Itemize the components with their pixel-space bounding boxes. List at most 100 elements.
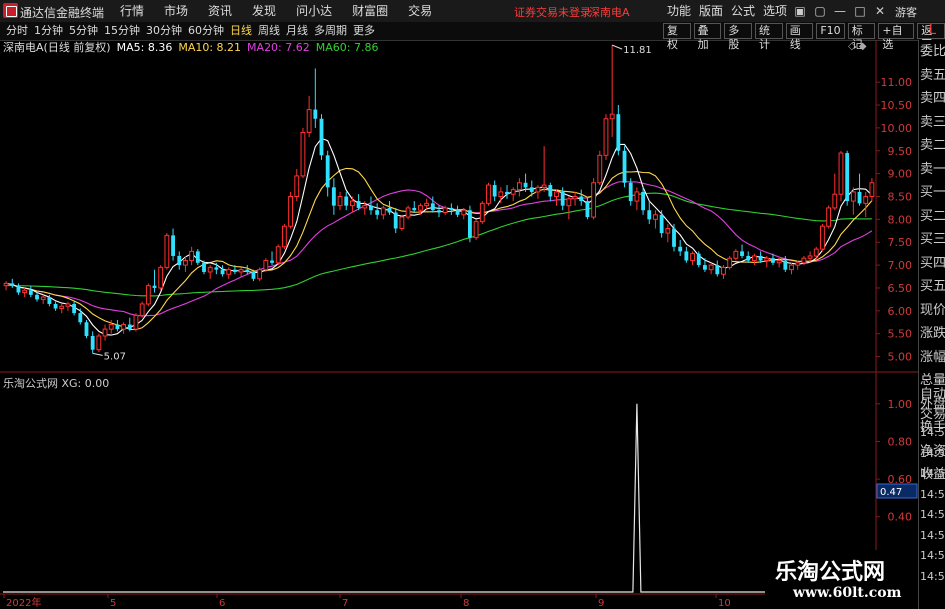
candle-body	[270, 260, 274, 263]
candle-body	[171, 235, 175, 256]
candle-body	[869, 182, 875, 197]
candle-body	[659, 214, 664, 234]
quote-label-3[interactable]: 卖三	[920, 113, 945, 133]
price-tick-label: 10.50	[881, 99, 913, 112]
time-tick-label: 8	[463, 598, 469, 609]
candle-body	[473, 221, 479, 239]
candle-body	[375, 210, 380, 215]
candle-body	[207, 266, 213, 273]
time-tick-label: 10	[718, 598, 731, 609]
candle-body	[721, 266, 726, 275]
quote-label-8[interactable]: 买三	[920, 230, 945, 250]
candle-body	[838, 152, 844, 195]
price-tick-label: 7.50	[888, 236, 913, 249]
price-tick-label: 5.00	[888, 351, 913, 364]
candle-body	[857, 191, 862, 204]
candle-body	[733, 250, 739, 259]
price-tick-label: 7.00	[888, 259, 913, 272]
candle-body	[708, 264, 714, 271]
candle-body	[505, 191, 509, 195]
quote-label-12[interactable]: 涨跌	[920, 324, 945, 344]
low-marker-label: 5.07	[104, 351, 126, 362]
watermark-url: www.60lt.com	[793, 585, 902, 601]
quote-label-4[interactable]: 卖二	[920, 136, 945, 156]
price-tick-label: 11.00	[881, 76, 913, 89]
quote-label-11[interactable]: 现价	[920, 301, 945, 321]
quote-label-10[interactable]: 买五	[920, 277, 945, 297]
candle-body	[449, 207, 454, 211]
candle-body	[245, 269, 250, 272]
candle-body	[684, 251, 689, 261]
candle-body	[424, 202, 430, 207]
quote-label-9[interactable]: 买四	[920, 254, 945, 274]
candle-body	[678, 246, 683, 252]
candle-body	[727, 257, 733, 268]
candle-body	[751, 255, 757, 262]
candle-body	[405, 207, 411, 218]
watermark-title: 乐淘公式网	[775, 560, 886, 585]
time-tick-label: 5	[110, 598, 116, 609]
quote-label-7[interactable]: 买二	[920, 207, 945, 227]
time-tick-label: 9	[598, 598, 604, 609]
ma5-line	[6, 137, 873, 336]
level-indicator[interactable]: L	[920, 22, 945, 40]
candle-body	[10, 283, 15, 286]
candle-body	[300, 131, 306, 177]
candle-body	[28, 290, 33, 295]
candle-body	[845, 153, 850, 202]
kline-chart[interactable]: 5.00 5.50 6.00 6.50 7.00 7.50 8.00 8.50 9.00 9.50…	[0, 0, 918, 609]
candle-body	[16, 285, 21, 293]
candle-body	[393, 212, 398, 229]
indicator-tick-label: 0.40	[888, 511, 913, 524]
candle-body	[115, 324, 120, 330]
candle-body	[369, 205, 373, 211]
candle-body	[479, 202, 485, 223]
candle-body	[795, 262, 801, 266]
candle-body	[399, 216, 405, 230]
quote-label-6[interactable]: 买一	[920, 183, 945, 203]
candle-body	[758, 255, 763, 261]
candle-body	[554, 191, 559, 197]
candle-body	[121, 324, 127, 330]
tick-time-3: 14:56	[920, 487, 945, 501]
auto-trade-label-1[interactable]: 交易	[920, 405, 945, 425]
candle-body	[807, 255, 813, 259]
candle-body	[789, 264, 794, 271]
price-tick-label: 6.00	[888, 305, 913, 318]
high-marker-label: 11.81	[623, 45, 652, 56]
candle-body	[96, 335, 102, 351]
chart-nav-icons[interactable]: ◇ ◆	[848, 41, 867, 52]
candle-body	[665, 228, 671, 234]
candle-body	[281, 225, 287, 248]
chart-title: 深南电A(日线 前复权)	[3, 41, 111, 54]
candle-body	[195, 251, 200, 263]
candle-body	[634, 191, 640, 202]
price-tick-label: 5.50	[888, 328, 913, 341]
quote-label-2[interactable]: 卖四	[920, 89, 945, 109]
candle-body	[696, 253, 701, 266]
candle-body	[313, 109, 318, 119]
candle-body	[813, 248, 819, 257]
candle-body	[523, 182, 528, 188]
candle-body	[641, 191, 646, 211]
candle-body	[591, 182, 597, 218]
candle-body	[850, 191, 856, 202]
candle-body	[442, 207, 448, 213]
quote-label-0[interactable]: 委比	[920, 42, 945, 62]
indicator-label[interactable]: 乐淘公式网 XG: 0.00	[3, 375, 109, 391]
candle-body	[35, 294, 39, 300]
quote-label-1[interactable]: 卖五	[920, 66, 945, 86]
candle-body	[59, 305, 65, 310]
candle-body	[53, 303, 58, 309]
app-window: 通达信金融终端 行情 市场 资讯 发现 问小达 财富圈 交易 证券交易未登录 深…	[0, 0, 945, 609]
quote-label-13[interactable]: 涨幅	[920, 348, 945, 368]
candle-body	[597, 154, 603, 184]
candle-body	[820, 225, 825, 250]
auto-trade-label-0[interactable]: 自动	[920, 385, 945, 405]
candle-body	[202, 262, 206, 272]
tick-time-0: 14:56	[920, 426, 945, 439]
ma10-value: MA10: 8.21	[178, 41, 242, 54]
candle-body	[776, 260, 782, 264]
quote-label-5[interactable]: 卖一	[920, 160, 945, 180]
candle-body	[740, 251, 744, 256]
